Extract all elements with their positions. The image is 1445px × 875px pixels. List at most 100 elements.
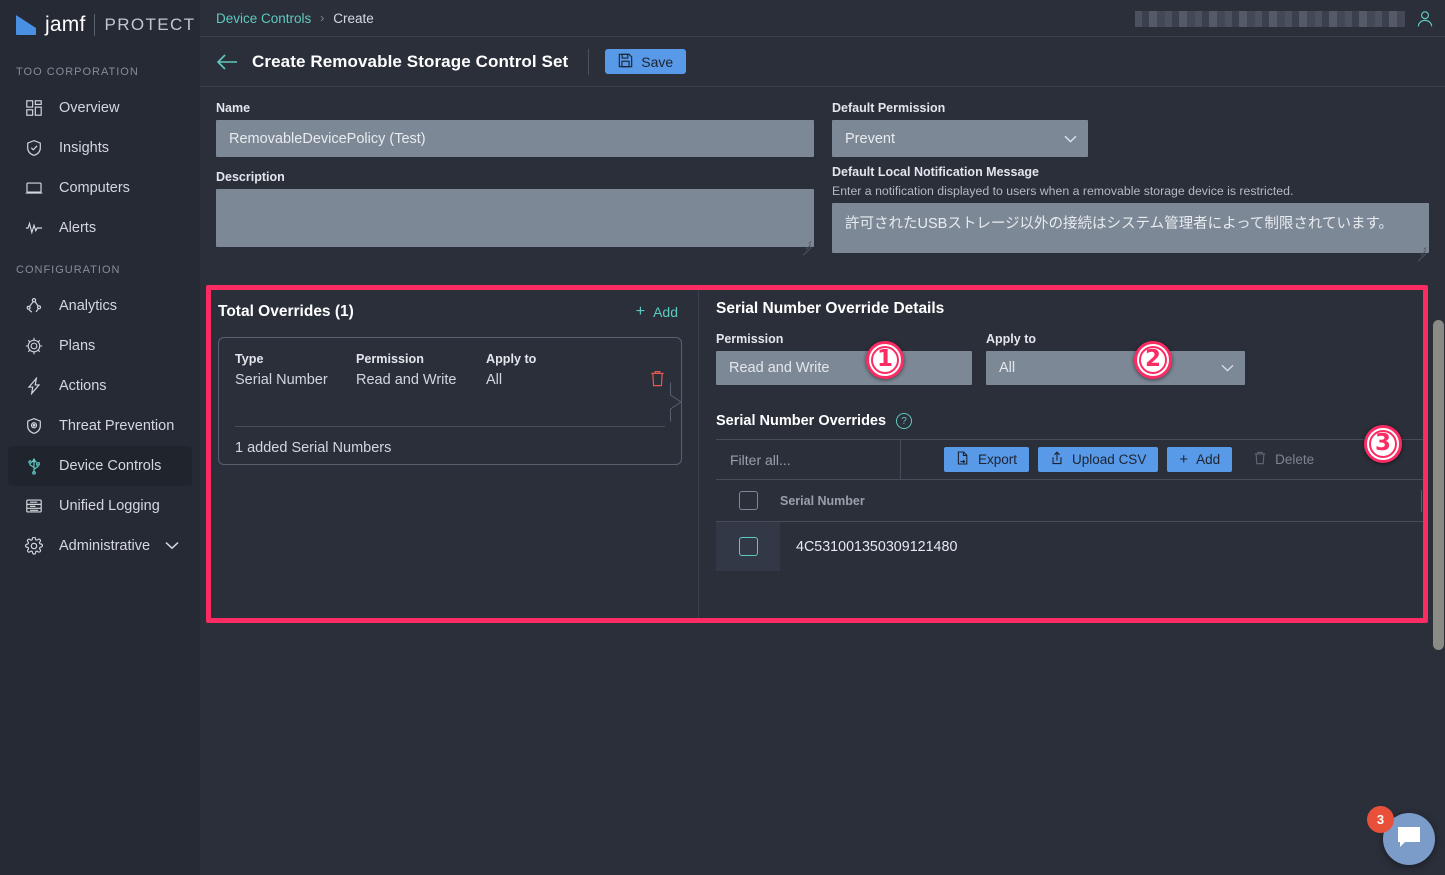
permission-field: Permission Read and Write (716, 332, 972, 385)
description-textarea[interactable] (216, 189, 814, 247)
export-icon (956, 451, 970, 468)
table-row[interactable]: 4C531001350309121480 (716, 522, 1428, 571)
save-button-label: Save (641, 53, 674, 70)
upload-csv-button[interactable]: Upload CSV (1038, 447, 1159, 472)
upload-csv-label: Upload CSV (1072, 452, 1147, 467)
add-override-button[interactable]: + Add (635, 303, 678, 321)
main-content: Device Controls › Create Create Removabl… (200, 0, 1445, 875)
card-divider (235, 426, 665, 427)
sidebar-item-label: Analytics (59, 298, 118, 314)
brand-product: PROTECT (104, 15, 196, 34)
details-fields: Permission Read and Write Apply to All (716, 332, 1428, 385)
help-circle-icon[interactable]: ? (896, 413, 913, 429)
sidebar-item-device-controls[interactable]: Device Controls (8, 446, 192, 486)
sidebar-item-actions[interactable]: Actions (8, 366, 192, 406)
name-input[interactable] (216, 120, 814, 157)
apply-to-select[interactable]: All (986, 351, 1245, 385)
sidebar-item-computers[interactable]: Computers (8, 168, 192, 208)
sidebar-item-alerts[interactable]: Alerts (8, 208, 192, 248)
delete-serial-button[interactable]: Delete (1241, 447, 1326, 472)
table-toolbar: Filter all... Export Upload CSV + Add De… (716, 439, 1428, 480)
sidebar: jamf PROTECT TOO CORPORATION Overview In… (0, 0, 200, 875)
sidebar-item-unified-logging[interactable]: Unified Logging (8, 486, 192, 526)
sidebar-item-label: Threat Prevention (59, 418, 175, 434)
delete-override-button[interactable] (650, 352, 665, 388)
sidebar-section-configuration: CONFIGURATION (16, 264, 121, 276)
default-permission-label: Default Permission (832, 101, 946, 115)
export-button[interactable]: Export (944, 447, 1030, 472)
sidebar-item-label: Unified Logging (59, 498, 160, 514)
brand-logo[interactable]: jamf PROTECT (0, 0, 200, 50)
sidebar-item-label: Actions (59, 378, 107, 394)
logs-icon (24, 496, 44, 516)
add-serial-button[interactable]: + Add (1167, 447, 1233, 472)
sidebar-item-label: Administrative (59, 538, 151, 554)
annotation-marker-2: 2 (1134, 341, 1172, 379)
gear-icon (24, 536, 44, 556)
override-permission-header: Permission (356, 352, 424, 366)
notification-textarea[interactable] (832, 203, 1429, 253)
chat-widget-button[interactable]: 3 (1367, 806, 1435, 865)
filter-placeholder: Filter all... (730, 451, 791, 468)
override-card[interactable]: Type Serial Number Permission Read and W… (218, 337, 682, 465)
trash-icon (1253, 451, 1267, 468)
form-right-column: Default Permission Prevent Default Local… (832, 101, 1429, 262)
back-arrow-icon[interactable] (216, 53, 238, 71)
serial-number-overrides-header: Serial Number Overrides ? (716, 413, 1428, 429)
description-label: Description (216, 170, 285, 184)
sidebar-item-threat-prevention[interactable]: Threat Prevention (8, 406, 192, 446)
bolt-icon (24, 376, 44, 396)
override-applyto-column: Apply to All (486, 352, 650, 388)
breadcrumb-parent[interactable]: Device Controls (216, 11, 311, 26)
override-type-column: Type Serial Number (235, 352, 356, 388)
override-permission-value: Read and Write (356, 372, 457, 388)
select-all-cell (716, 491, 780, 510)
pulse-icon (24, 218, 44, 238)
chevron-down-icon (1064, 131, 1077, 147)
apply-to-field: Apply to All (986, 332, 1245, 385)
add-override-label: Add (653, 304, 678, 320)
column-resize-handle[interactable] (1421, 490, 1426, 512)
user-avatar-icon[interactable] (1415, 9, 1435, 29)
sidebar-item-insights[interactable]: Insights (8, 128, 192, 168)
sidebar-item-analytics[interactable]: Analytics (8, 286, 192, 326)
annotation-marker-1: 1 (866, 341, 904, 379)
sidebar-item-label: Plans (59, 338, 96, 354)
filter-input[interactable]: Filter all... (716, 439, 901, 480)
row-checkbox[interactable] (738, 537, 758, 556)
sidebar-item-plans[interactable]: Plans (8, 326, 192, 366)
sidebar-item-label: Overview (59, 100, 120, 116)
override-applyto-header: Apply to (486, 352, 537, 366)
vertical-scrollbar[interactable] (1433, 38, 1444, 874)
select-all-checkbox[interactable] (738, 491, 758, 510)
default-permission-select[interactable]: Prevent (832, 120, 1088, 157)
usb-icon (24, 456, 44, 476)
override-card-footer: 1 added Serial Numbers (235, 440, 392, 456)
shield-target-icon (24, 416, 44, 436)
brand-separator (94, 14, 96, 36)
page-header: Create Removable Storage Control Set Sav… (200, 37, 1445, 87)
column-header-serial-number[interactable]: Serial Number (780, 494, 865, 508)
page-title: Create Removable Storage Control Set (252, 51, 569, 71)
topbar-right (1135, 0, 1435, 37)
header-divider (588, 48, 590, 75)
save-button[interactable]: Save (605, 49, 687, 74)
scrollbar-thumb[interactable] (1433, 320, 1444, 650)
table-action-buttons: Export Upload CSV + Add Delete (901, 447, 1326, 472)
control-set-form: Name Description Default Permission Prev… (200, 87, 1445, 262)
total-overrides-header: Total Overrides (1) + Add (218, 303, 682, 321)
chevron-down-icon[interactable] (165, 538, 179, 554)
sidebar-item-administrative[interactable]: Administrative (8, 526, 192, 566)
permission-value: Read and Write (716, 351, 972, 385)
row-select-cell (716, 522, 780, 571)
notification-label: Default Local Notification Message (832, 165, 1039, 179)
analytics-icon (24, 296, 44, 316)
details-title: Serial Number Override Details (716, 300, 945, 317)
apply-to-label: Apply to (986, 332, 1036, 346)
export-label: Export (978, 452, 1018, 467)
sidebar-item-overview[interactable]: Overview (8, 88, 192, 128)
plus-icon: + (635, 303, 646, 320)
serial-number-table: Filter all... Export Upload CSV + Add De… (716, 439, 1428, 571)
sidebar-item-label: Alerts (59, 220, 97, 236)
breadcrumb-bar: Device Controls › Create (200, 0, 1445, 37)
